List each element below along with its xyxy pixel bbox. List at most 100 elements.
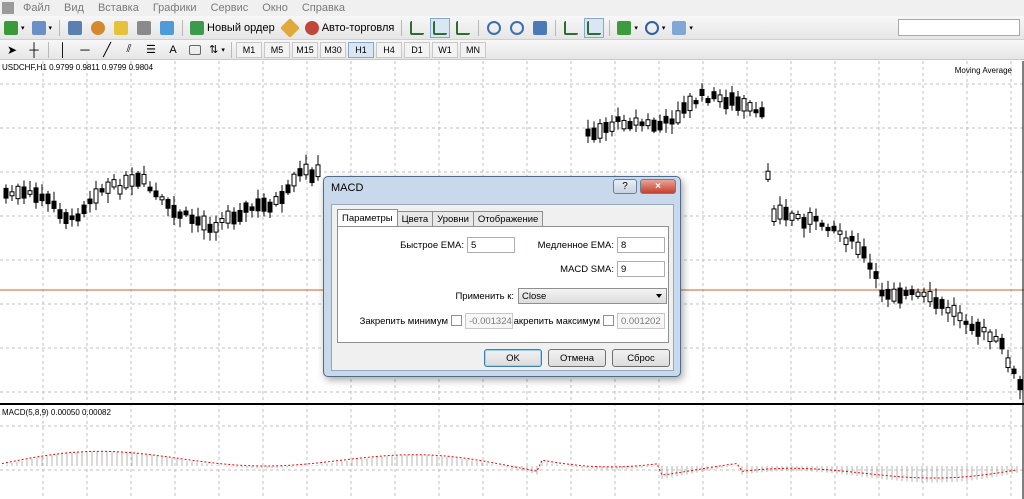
candle-body xyxy=(309,169,315,184)
candle-body xyxy=(219,218,225,223)
timeframe-h4[interactable]: H4 xyxy=(376,41,402,58)
tab-levels[interactable]: Уровни xyxy=(432,211,474,226)
candle-body xyxy=(825,226,831,232)
periods-button[interactable]: ▾ xyxy=(643,18,668,38)
candle-body xyxy=(651,119,657,132)
auto-trading-button[interactable]: Авто-торговля xyxy=(303,18,397,38)
symbol-label: USDCHF,H1 0.9799 0.9811 0.9799 0.9804 xyxy=(2,63,154,72)
zoom-out-button[interactable] xyxy=(507,18,527,38)
dialog-title: MACD xyxy=(331,182,364,194)
candle-body xyxy=(987,331,993,342)
auto-scroll-icon xyxy=(564,20,579,35)
fast-ema-input[interactable]: 5 xyxy=(467,237,515,253)
candle-body xyxy=(39,193,45,202)
help-button[interactable]: ? xyxy=(613,179,637,194)
profiles-button[interactable]: ▾ xyxy=(30,18,55,38)
candle-body xyxy=(93,188,99,204)
arrows-button[interactable]: ⇅ ▾ xyxy=(207,40,227,60)
separator xyxy=(59,19,61,36)
vertical-line-button[interactable]: │ xyxy=(53,40,73,60)
apply-to-label: Применить к: xyxy=(455,291,514,302)
menu-charts[interactable]: Графики xyxy=(146,2,204,14)
clock-icon xyxy=(644,20,659,35)
timeframe-d1[interactable]: D1 xyxy=(404,41,430,58)
auto-scroll-button[interactable] xyxy=(561,18,581,38)
timeframe-mn[interactable]: MN xyxy=(460,41,486,58)
cancel-button[interactable]: Отмена xyxy=(548,349,606,367)
timeframe-w1[interactable]: W1 xyxy=(432,41,458,58)
candle-body xyxy=(141,173,147,185)
equidistant-channel-button[interactable]: ⫽ xyxy=(119,40,139,60)
line-chart-button[interactable] xyxy=(453,18,473,38)
tab-parameters[interactable]: Параметры xyxy=(337,209,398,226)
chart-shift-button[interactable] xyxy=(584,17,605,38)
timeframe-m30[interactable]: M30 xyxy=(320,41,346,58)
bar-chart-button[interactable] xyxy=(407,18,427,38)
macd-sma-input[interactable]: 9 xyxy=(617,261,665,277)
templates-button[interactable]: ▾ xyxy=(670,18,695,38)
new-order-button[interactable]: Новый ордер xyxy=(188,18,277,38)
candle-body xyxy=(945,307,951,314)
menu-window[interactable]: Окно xyxy=(255,2,295,14)
text-label-button[interactable] xyxy=(185,40,205,60)
templates-icon xyxy=(672,20,687,35)
menu-view[interactable]: Вид xyxy=(57,2,91,14)
separator xyxy=(478,19,480,36)
fix-max-checkbox[interactable] xyxy=(603,315,614,326)
trendline-button[interactable]: ╱ xyxy=(97,40,117,60)
candle-body xyxy=(99,188,105,193)
ok-button[interactable]: OK xyxy=(484,349,542,367)
text-tool-button[interactable]: A xyxy=(163,40,183,60)
timeframe-m5[interactable]: M5 xyxy=(264,41,290,58)
macd-signal-line xyxy=(1,450,1018,479)
terminal-button[interactable] xyxy=(134,18,154,38)
candle-body xyxy=(81,204,87,215)
horizontal-line-button[interactable]: ─ xyxy=(75,40,95,60)
candle-body xyxy=(609,121,615,132)
candlestick-button[interactable] xyxy=(430,17,451,38)
reset-button[interactable]: Сброс xyxy=(612,349,670,367)
timeframe-m1[interactable]: M1 xyxy=(236,41,262,58)
indicators-button[interactable]: ▾ xyxy=(615,18,640,38)
search-input[interactable] xyxy=(898,19,1020,36)
text-label-icon xyxy=(189,44,201,55)
timeframe-h1[interactable]: H1 xyxy=(348,41,374,58)
candle-body xyxy=(147,186,153,192)
fix-max-input[interactable]: 0.001202 xyxy=(617,313,665,329)
metaeditor-icon xyxy=(279,17,300,38)
menu-tools[interactable]: Сервис xyxy=(204,2,256,14)
slow-ema-input[interactable]: 8 xyxy=(617,237,665,253)
candle-body xyxy=(879,289,885,297)
candle-body xyxy=(315,164,321,178)
star-folder-icon xyxy=(114,20,129,35)
market-watch-button[interactable] xyxy=(65,18,85,38)
candle-body xyxy=(963,320,969,325)
zoom-out-icon xyxy=(510,20,525,35)
fix-min-checkbox[interactable] xyxy=(451,315,462,326)
candle-body xyxy=(663,115,669,124)
parameters-panel: Быстрое EMA: 5 Медленное EMA: 8 MACD SMA… xyxy=(337,226,669,343)
tester-button[interactable] xyxy=(157,18,177,38)
tab-display[interactable]: Отображение xyxy=(472,211,544,226)
app-icon[interactable] xyxy=(2,2,14,14)
close-button[interactable]: × xyxy=(640,179,676,194)
separator xyxy=(609,19,611,36)
auto-trading-label: Авто-торговля xyxy=(321,21,395,34)
menu-help[interactable]: Справка xyxy=(295,2,352,14)
timeframe-m15[interactable]: M15 xyxy=(292,41,318,58)
fibonacci-button[interactable]: ☰ xyxy=(141,40,161,60)
separator xyxy=(401,19,403,36)
menu-file[interactable]: Файл xyxy=(16,2,57,14)
navigator-button[interactable] xyxy=(111,18,131,38)
menu-insert[interactable]: Вставка xyxy=(91,2,146,14)
candle-body xyxy=(207,223,213,233)
apply-to-select[interactable]: Close xyxy=(518,288,667,304)
crosshair-button[interactable]: ┼ xyxy=(24,40,44,60)
tab-colors[interactable]: Цвета xyxy=(396,211,434,226)
metaeditor-button[interactable] xyxy=(279,17,300,38)
zoom-in-button[interactable] xyxy=(484,18,504,38)
data-window-button[interactable] xyxy=(88,18,108,38)
cursor-button[interactable]: ➤ xyxy=(2,40,22,60)
new-chart-button[interactable]: ▾ xyxy=(2,18,27,38)
tile-windows-button[interactable] xyxy=(530,18,550,38)
